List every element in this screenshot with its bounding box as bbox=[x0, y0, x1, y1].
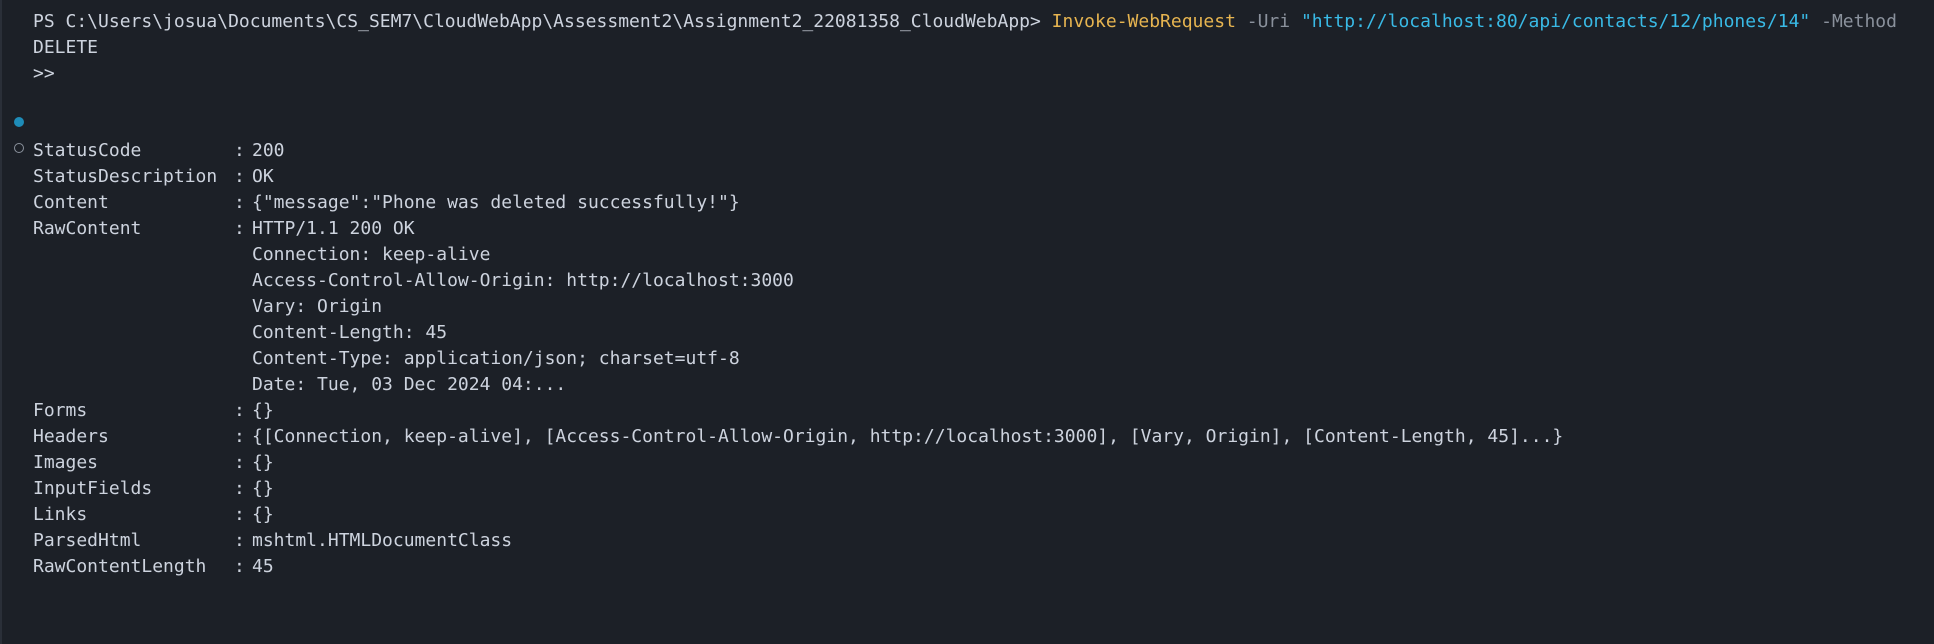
field-value: 200 bbox=[252, 140, 285, 161]
field-separator: : bbox=[234, 426, 245, 447]
field-value: Vary: Origin bbox=[252, 296, 383, 317]
field-separator: : bbox=[234, 452, 245, 473]
output-row-input-fields: InputFields : {} bbox=[33, 476, 274, 502]
field-name: Content bbox=[33, 192, 109, 213]
shell-prompt: PS C:\Users\josua\Documents\CS_SEM7\Clou… bbox=[33, 11, 1052, 32]
field-separator: : bbox=[234, 218, 245, 239]
field-value: {} bbox=[252, 504, 274, 525]
field-value: Content-Length: 45 bbox=[252, 322, 448, 343]
output-row-raw-content-length: RawContentLength : 45 bbox=[33, 554, 274, 580]
output-row-forms: Forms : {} bbox=[33, 398, 274, 424]
field-name: Images bbox=[33, 452, 99, 473]
output-row-headers: Headers : {[Connection, keep-alive], [Ac… bbox=[33, 424, 1563, 450]
output-row-status-code: StatusCode : 200 bbox=[33, 138, 285, 164]
field-value: Connection: keep-alive bbox=[252, 244, 491, 265]
field-name: RawContent bbox=[33, 218, 142, 239]
field-value: 45 bbox=[252, 556, 274, 577]
field-value: Content-Type: application/json; charset=… bbox=[252, 348, 740, 369]
output-row-raw-content-continued: Content-Type: application/json; charset=… bbox=[33, 346, 740, 372]
continuation-line: >> bbox=[33, 61, 55, 87]
field-separator: : bbox=[234, 400, 245, 421]
field-separator: : bbox=[234, 530, 245, 551]
field-value: {} bbox=[252, 478, 274, 499]
field-value: {} bbox=[252, 400, 274, 421]
output-row-raw-content: RawContent : HTTP/1.1 200 OK bbox=[33, 216, 415, 242]
field-name: Headers bbox=[33, 426, 109, 447]
field-name: StatusDescription bbox=[33, 166, 218, 187]
method-value-line: DELETE bbox=[33, 35, 98, 61]
field-separator: : bbox=[234, 478, 245, 499]
field-value: {"message":"Phone was deleted successful… bbox=[252, 192, 740, 213]
field-separator: : bbox=[234, 166, 245, 187]
terminal-left-border bbox=[0, 0, 2, 644]
continuation-prompt: >> bbox=[33, 63, 55, 84]
output-row-content: Content : {"message":"Phone was deleted … bbox=[33, 190, 740, 216]
output-row-links: Links : {} bbox=[33, 502, 274, 528]
field-value: {[Connection, keep-alive], [Access-Contr… bbox=[252, 426, 1564, 447]
field-name: InputFields bbox=[33, 478, 153, 499]
field-separator: : bbox=[234, 140, 245, 161]
output-row-raw-content-continued: Date: Tue, 03 Dec 2024 04:... bbox=[33, 372, 566, 398]
field-name: Forms bbox=[33, 400, 88, 421]
field-separator: : bbox=[234, 192, 245, 213]
command-default-decoration-icon[interactable] bbox=[14, 143, 24, 153]
field-value: Date: Tue, 03 Dec 2024 04:... bbox=[252, 374, 567, 395]
field-separator: : bbox=[234, 556, 245, 577]
output-row-raw-content-continued: Content-Length: 45 bbox=[33, 320, 447, 346]
uri-value: "http://localhost:80/api/contacts/12/pho… bbox=[1300, 11, 1811, 32]
field-separator: : bbox=[234, 504, 245, 525]
uri-parameter: -Uri bbox=[1235, 11, 1301, 32]
field-value: {} bbox=[252, 452, 274, 473]
field-name: ParsedHtml bbox=[33, 530, 142, 551]
output-row-images: Images : {} bbox=[33, 450, 274, 476]
field-value: mshtml.HTMLDocumentClass bbox=[252, 530, 513, 551]
output-row-raw-content-continued: Access-Control-Allow-Origin: http://loca… bbox=[33, 268, 794, 294]
field-name: RawContentLength bbox=[33, 556, 207, 577]
output-row-status-description: StatusDescription : OK bbox=[33, 164, 274, 190]
terminal-window[interactable]: PS C:\Users\josua\Documents\CS_SEM7\Clou… bbox=[0, 0, 1934, 644]
field-name: StatusCode bbox=[33, 140, 142, 161]
field-name: Links bbox=[33, 504, 88, 525]
command-line: PS C:\Users\josua\Documents\CS_SEM7\Clou… bbox=[33, 9, 1897, 35]
field-value: Access-Control-Allow-Origin: http://loca… bbox=[252, 270, 794, 291]
method-parameter: -Method bbox=[1810, 11, 1897, 32]
command-success-decoration-icon[interactable] bbox=[14, 117, 24, 127]
output-row-raw-content-continued: Connection: keep-alive bbox=[33, 242, 490, 268]
method-value: DELETE bbox=[33, 37, 99, 58]
field-value: HTTP/1.1 200 OK bbox=[252, 218, 415, 239]
cmdlet-name: Invoke-WebRequest bbox=[1051, 11, 1236, 32]
output-row-parsed-html: ParsedHtml : mshtml.HTMLDocumentClass bbox=[33, 528, 512, 554]
field-value: OK bbox=[252, 166, 274, 187]
output-row-raw-content-continued: Vary: Origin bbox=[33, 294, 382, 320]
